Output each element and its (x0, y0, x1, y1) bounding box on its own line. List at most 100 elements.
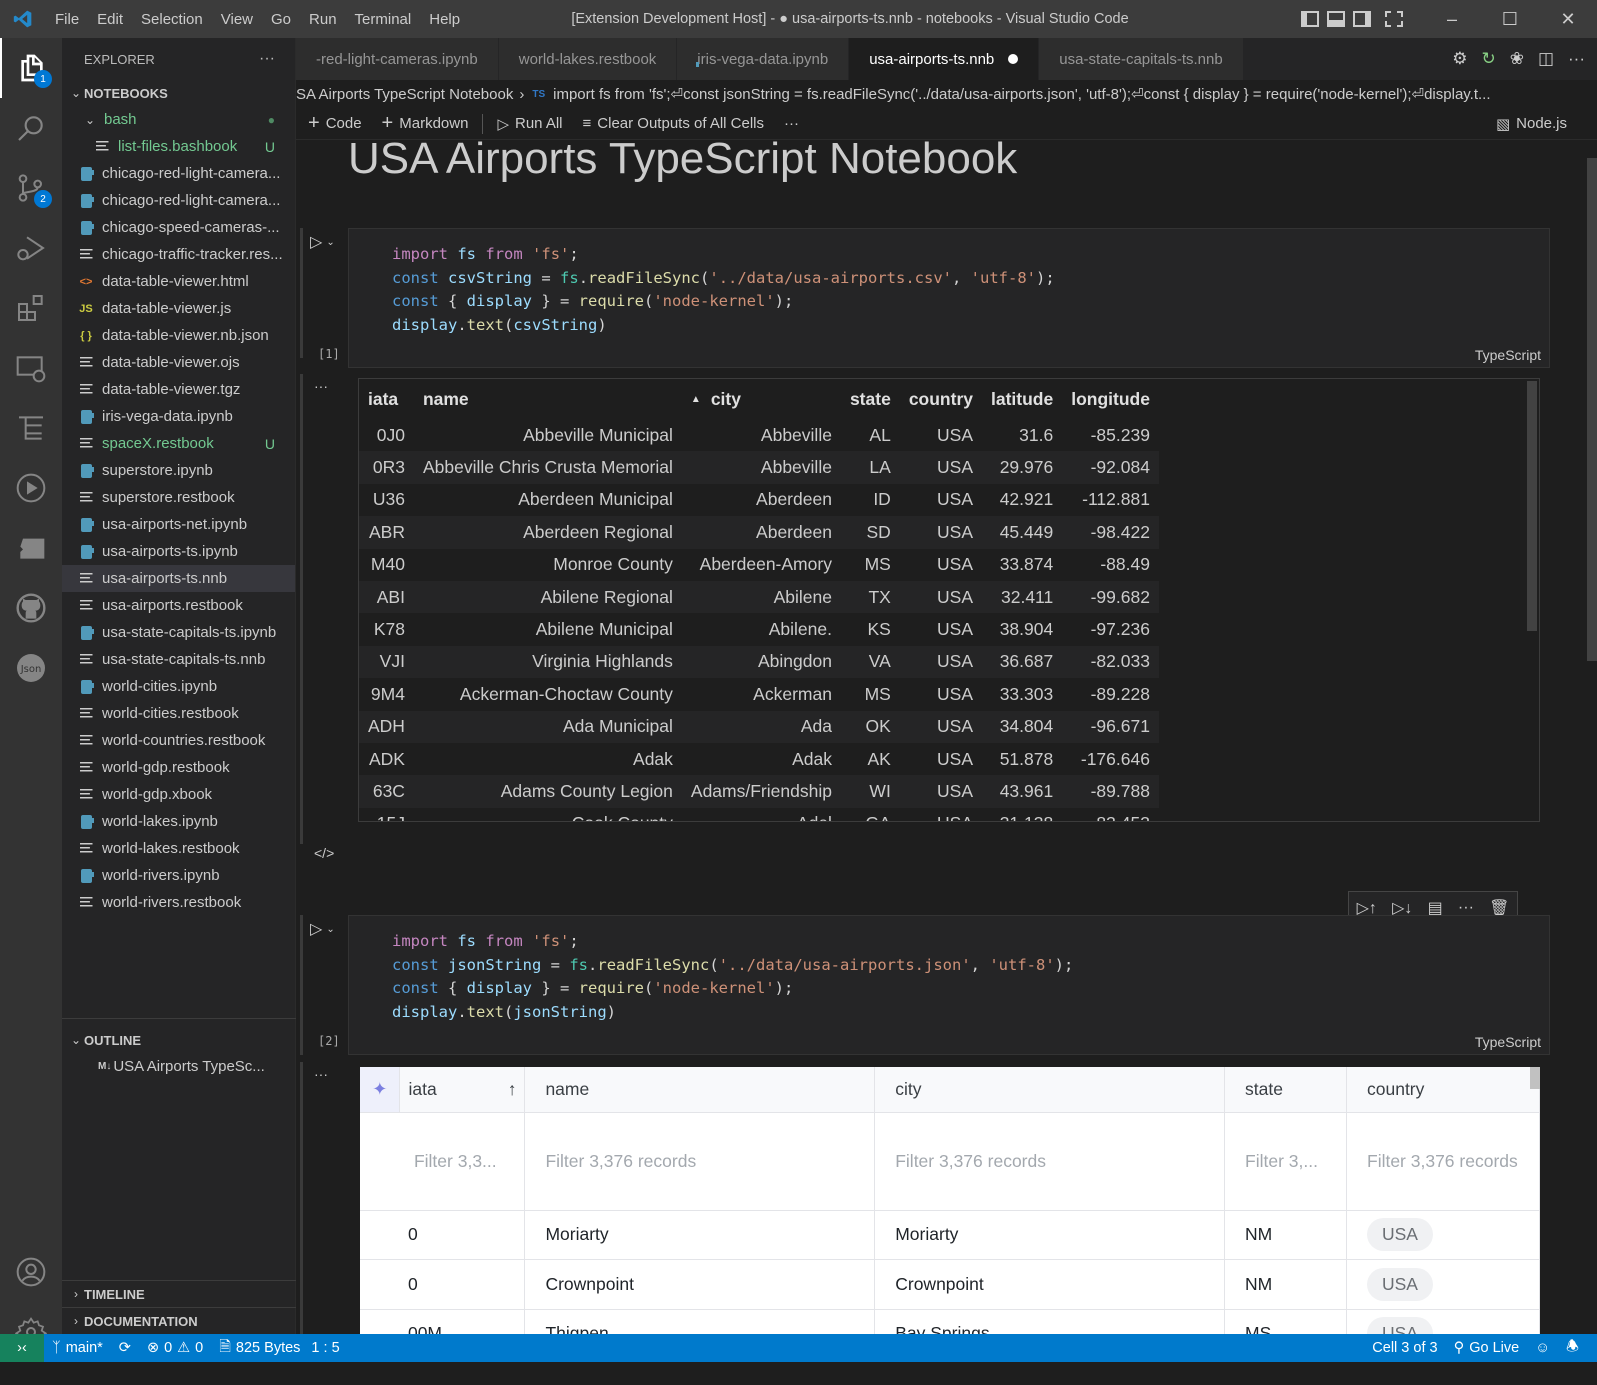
filter-input-city[interactable]: Filter 3,376 records (874, 1112, 1226, 1211)
file-item[interactable]: superstore.ipynb (62, 457, 295, 484)
file-item[interactable]: chicago-red-light-camera... (62, 187, 295, 214)
output-scrollbar[interactable] (1527, 381, 1537, 631)
grid-header-name[interactable]: name (524, 1067, 876, 1113)
remote-explorer-activity[interactable] (0, 338, 62, 398)
file-item[interactable]: data-table-viewer.ojs (62, 349, 295, 376)
explorer-more-button[interactable]: ··· (259, 50, 275, 68)
code-editor[interactable]: import fs from 'fs'; const csvString = fs… (349, 229, 1549, 337)
file-item[interactable]: world-countries.restbook (62, 727, 295, 754)
toggle-primary-sidebar-icon[interactable] (1301, 11, 1319, 27)
file-item[interactable]: { } data-table-viewer.nb.json (62, 322, 295, 349)
accounts-activity[interactable] (0, 1242, 62, 1302)
column-header-name[interactable]: name (414, 379, 682, 419)
file-item[interactable]: chicago-speed-cameras-... (62, 214, 295, 241)
file-item[interactable]: JS data-table-viewer.js (62, 295, 295, 322)
file-item[interactable]: world-cities.restbook (62, 700, 295, 727)
cell-language[interactable]: TypeScript (1475, 1034, 1541, 1050)
file-item[interactable]: world-lakes.restbook (62, 835, 295, 862)
split-editor-icon[interactable]: ◫ (1538, 49, 1554, 69)
remote-indicator[interactable]: ›‹ (0, 1334, 44, 1362)
grid-header-iata[interactable]: iata ↑ (399, 1067, 526, 1113)
sync-button[interactable]: ⟳ (111, 1340, 139, 1356)
file-item[interactable]: world-gdp.xbook (62, 781, 295, 808)
column-header-latitude[interactable]: latitude (982, 379, 1062, 419)
file-item[interactable]: usa-airports-ts.nnb (62, 565, 295, 592)
clear-outputs-button[interactable]: ≡ Clear Outputs of All Cells (573, 115, 775, 132)
notifications-button[interactable]: 🕭 (1558, 1336, 1587, 1361)
customize-layout-icon[interactable] (1385, 11, 1403, 27)
add-code-cell-button[interactable]: + Code (296, 112, 372, 135)
grid-row[interactable]: 00M Thigpen Bay Springs MS USA (360, 1309, 1540, 1334)
minimize-button[interactable]: – (1423, 9, 1481, 30)
file-item[interactable]: world-lakes.ipynb (62, 808, 295, 835)
extensions-activity[interactable] (0, 278, 62, 338)
column-header-city[interactable]: ▲ city (682, 379, 841, 419)
feedback-button[interactable]: ☺ (1527, 1340, 1558, 1356)
filter-input-country[interactable]: Filter 3,376 records (1346, 1112, 1540, 1211)
file-item[interactable]: spaceX.restbook U (62, 430, 295, 457)
toggle-secondary-sidebar-icon[interactable] (1353, 11, 1371, 27)
code-cell-2[interactable]: import fs from 'fs'; const jsonString = f… (348, 915, 1550, 1055)
file-item[interactable]: chicago-red-light-camera... (62, 160, 295, 187)
breadcrumb-cell[interactable]: import fs from 'fs';⏎const jsonString = … (553, 85, 1490, 103)
file-item[interactable]: usa-airports.restbook (62, 592, 295, 619)
grid-header-state[interactable]: state (1224, 1067, 1347, 1113)
file-item[interactable]: chicago-traffic-tracker.res... (62, 241, 295, 268)
outline-item[interactable]: M↓ USA Airports TypeSc... (62, 1053, 296, 1080)
file-item[interactable]: world-rivers.restbook (62, 889, 295, 916)
toolbar-more-button[interactable]: ··· (774, 115, 809, 132)
problems-indicator[interactable]: ⊗ 0 ⚠ 0 (139, 1340, 211, 1356)
grid-scrollbar[interactable] (1530, 1067, 1540, 1089)
sort-arrow-up-icon[interactable]: ↑ (508, 1079, 517, 1100)
explorer-activity[interactable]: 1 (0, 38, 62, 98)
file-item[interactable]: iris-vega-data.ipynb (62, 403, 295, 430)
file-item[interactable]: usa-airports-net.ipynb (62, 511, 295, 538)
menu-file[interactable]: File (46, 11, 88, 28)
tab-iris-vega-data-ipynb[interactable]: iris-vega-data.ipynb (677, 38, 850, 80)
menu-view[interactable]: View (212, 11, 262, 28)
source-control-activity[interactable]: 2 (0, 158, 62, 218)
output-more-icon[interactable]: ··· (314, 378, 328, 394)
search-activity[interactable] (0, 98, 62, 158)
output-mime-icon[interactable]: </> (314, 845, 334, 861)
git-branch[interactable]: ᛉ main* (44, 1340, 111, 1356)
folder-bash[interactable]: ⌄ bash ● (62, 106, 295, 133)
breadcrumb-notebook[interactable]: SA Airports TypeScript Notebook (296, 86, 513, 103)
grid-row[interactable]: 0 Crownpoint Crownpoint NM USA (360, 1259, 1540, 1310)
cell-indicator[interactable]: Cell 3 of 3 (1364, 1340, 1445, 1356)
documentation-section-header[interactable]: › DOCUMENTATION (62, 1308, 296, 1334)
file-item[interactable]: usa-airports-ts.ipynb (62, 538, 295, 565)
file-item[interactable]: list-files.bashbook U (62, 133, 295, 160)
debug-icon[interactable]: ❀ (1510, 49, 1524, 69)
markdown-cell-title[interactable]: USA Airports TypeScript Notebook (348, 140, 1017, 184)
menu-go[interactable]: Go (262, 11, 300, 28)
output-more-icon[interactable]: ··· (314, 1066, 328, 1082)
add-markdown-cell-button[interactable]: + Markdown (372, 112, 479, 135)
column-header-iata[interactable]: iata (359, 379, 414, 419)
filter-input-state[interactable]: Filter 3,... (1224, 1112, 1347, 1211)
maximize-button[interactable]: ☐ (1481, 9, 1539, 30)
tab-usa-airports-ts-nnb[interactable]: usa-airports-ts.nnb (849, 38, 1040, 80)
menu-selection[interactable]: Selection (132, 11, 212, 28)
file-item[interactable]: data-table-viewer.tgz (62, 376, 295, 403)
column-header-country[interactable]: country (900, 379, 982, 419)
tab-usa-state-capitals-ts-nnb[interactable]: usa-state-capitals-ts.nnb (1039, 38, 1244, 80)
code-editor[interactable]: import fs from 'fs'; const jsonString = f… (349, 916, 1549, 1024)
file-item[interactable]: superstore.restbook (62, 484, 295, 511)
file-item[interactable]: usa-state-capitals-ts.ipynb (62, 619, 295, 646)
tab-red-light-cameras-ipynb[interactable]: -red-light-cameras.ipynb (296, 38, 499, 80)
notebooks-section-header[interactable]: ⌄ NOTEBOOKS (62, 80, 295, 106)
file-item[interactable]: usa-state-capitals-ts.nnb (62, 646, 295, 673)
run-debug-activity[interactable] (0, 218, 62, 278)
code-cell-1[interactable]: import fs from 'fs'; const csvString = fs… (348, 228, 1550, 368)
testing-activity[interactable] (0, 398, 62, 458)
terminal-activity[interactable] (0, 518, 62, 578)
cell-language[interactable]: TypeScript (1475, 347, 1541, 363)
menu-edit[interactable]: Edit (88, 11, 132, 28)
filter-input-name[interactable]: Filter 3,376 records (524, 1112, 876, 1211)
close-button[interactable]: ✕ (1539, 9, 1597, 30)
file-item[interactable]: world-rivers.ipynb (62, 862, 295, 889)
file-item[interactable]: <> data-table-viewer.html (62, 268, 295, 295)
notebook-scrollbar[interactable] (1587, 158, 1597, 661)
go-live-button[interactable]: ⚲ Go Live (1446, 1340, 1528, 1356)
